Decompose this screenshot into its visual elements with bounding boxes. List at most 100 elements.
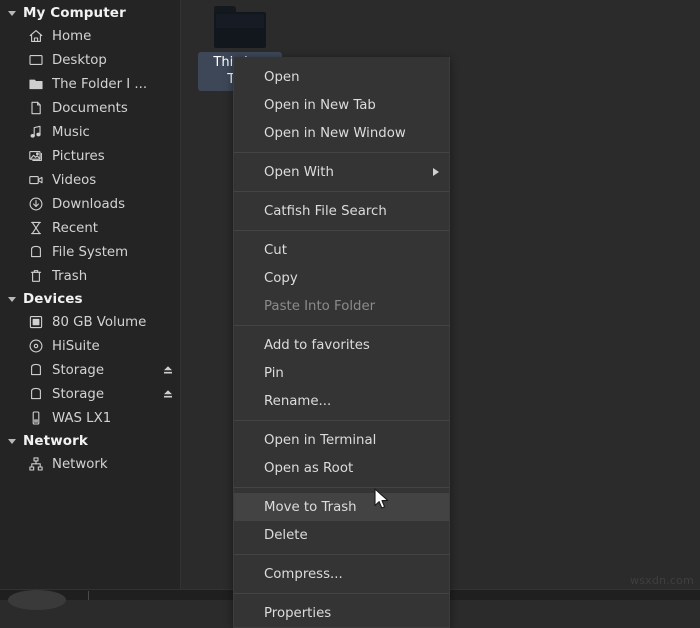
menu-separator	[234, 487, 449, 488]
video-camera-icon	[27, 172, 44, 189]
sidebar-item-label: Recent	[52, 221, 98, 236]
sidebar-group-network[interactable]: Network	[0, 430, 180, 452]
sidebar-item-home[interactable]: Home	[0, 24, 180, 48]
menu-item-label: Compress...	[264, 567, 343, 582]
menu-item-label: Delete	[264, 528, 308, 543]
menu-item-compress[interactable]: Compress...	[234, 560, 449, 588]
hourglass-icon	[27, 220, 44, 237]
sidebar-item-documents[interactable]: Documents	[0, 96, 180, 120]
menu-separator	[234, 152, 449, 153]
menu-item-label: Open With	[264, 165, 334, 180]
menu-item-open-in-new-tab[interactable]: Open in New Tab	[234, 91, 449, 119]
menu-item-cut[interactable]: Cut	[234, 236, 449, 264]
sidebar-item-videos[interactable]: Videos	[0, 168, 180, 192]
menu-item-open-in-new-window[interactable]: Open in New Window	[234, 119, 449, 147]
menu-item-open-with[interactable]: Open With	[234, 158, 449, 186]
chevron-down-icon	[8, 11, 16, 16]
eject-icon[interactable]	[162, 388, 174, 400]
chevron-down-icon	[8, 297, 16, 302]
sidebar-item-music[interactable]: Music	[0, 120, 180, 144]
watermark: wsxdn.com	[630, 574, 694, 587]
folder-icon	[214, 6, 266, 48]
menu-separator	[234, 554, 449, 555]
menu-item-label: Open in Terminal	[264, 433, 376, 448]
sidebar-group-my-computer[interactable]: My Computer	[0, 2, 180, 24]
chevron-down-icon	[8, 439, 16, 444]
menu-item-paste-into-folder: Paste Into Folder	[234, 292, 449, 320]
sidebar-item-storage[interactable]: Storage	[0, 382, 180, 406]
menu-item-label: Open in New Window	[264, 126, 406, 141]
sidebar-item-trash[interactable]: Trash	[0, 264, 180, 288]
sidebar-item-label: The Folder I ...	[52, 77, 147, 92]
sidebar-item-file-system[interactable]: File System	[0, 240, 180, 264]
sidebar-item-label: Desktop	[52, 53, 107, 68]
menu-item-move-to-trash[interactable]: Move to Trash	[234, 493, 449, 521]
sidebar-item-label: Home	[52, 29, 91, 44]
menu-item-delete[interactable]: Delete	[234, 521, 449, 549]
menu-item-label: Catfish File Search	[264, 204, 387, 219]
home-icon	[27, 28, 44, 45]
document-icon	[27, 100, 44, 117]
drive-icon	[27, 386, 44, 403]
download-arrow-icon	[27, 196, 44, 213]
menu-item-label: Paste Into Folder	[264, 299, 375, 314]
menu-item-label: Properties	[264, 606, 331, 621]
trash-icon	[27, 268, 44, 285]
menu-separator	[234, 325, 449, 326]
sidebar-item-label: Music	[52, 125, 90, 140]
sidebar-item-label: Downloads	[52, 197, 125, 212]
menu-item-copy[interactable]: Copy	[234, 264, 449, 292]
sidebar-item-label: Videos	[52, 173, 96, 188]
volume-icon	[27, 314, 44, 331]
sidebar-item-desktop[interactable]: Desktop	[0, 48, 180, 72]
sidebar-item-label: HiSuite	[52, 339, 100, 354]
phone-icon	[27, 410, 44, 427]
sidebar-group-label: Devices	[23, 291, 83, 307]
sidebar-group-label: Network	[23, 433, 88, 449]
chevron-right-icon	[433, 168, 439, 176]
sidebar-item-pictures[interactable]: Pictures	[0, 144, 180, 168]
sidebar: My Computer Home Desktop The Folder I ... Do…	[0, 0, 181, 600]
sidebar-group-devices[interactable]: Devices	[0, 288, 180, 310]
menu-item-open-as-root[interactable]: Open as Root	[234, 454, 449, 482]
drive-icon	[27, 244, 44, 261]
sidebar-item-recent[interactable]: Recent	[0, 216, 180, 240]
menu-item-open[interactable]: Open	[234, 63, 449, 91]
context-menu[interactable]: Open Open in New Tab Open in New Window Ope…	[233, 57, 450, 628]
network-icon	[27, 456, 44, 473]
menu-item-label: Open	[264, 70, 300, 85]
sidebar-item-the-folder-i[interactable]: The Folder I ...	[0, 72, 180, 96]
menu-item-label: Add to favorites	[264, 338, 370, 353]
menu-item-label: Open as Root	[264, 461, 353, 476]
sidebar-item-label: Trash	[52, 269, 87, 284]
sidebar-item-downloads[interactable]: Downloads	[0, 192, 180, 216]
menu-item-pin[interactable]: Pin	[234, 359, 449, 387]
sidebar-item-storage[interactable]: Storage	[0, 358, 180, 382]
menu-item-label: Rename...	[264, 394, 331, 409]
menu-item-label: Open in New Tab	[264, 98, 376, 113]
dock-indicator	[8, 590, 66, 610]
menu-separator	[234, 420, 449, 421]
menu-item-catfish-file-search[interactable]: Catfish File Search	[234, 197, 449, 225]
sidebar-item-network[interactable]: Network	[0, 452, 180, 476]
menu-item-rename[interactable]: Rename...	[234, 387, 449, 415]
eject-icon[interactable]	[162, 364, 174, 376]
sidebar-item-was-lx1[interactable]: WAS LX1	[0, 406, 180, 430]
sidebar-item-label: 80 GB Volume	[52, 315, 146, 330]
menu-item-open-in-terminal[interactable]: Open in Terminal	[234, 426, 449, 454]
sidebar-item-label: Network	[52, 457, 108, 472]
status-divider	[88, 591, 89, 600]
sidebar-item-hisuite[interactable]: HiSuite	[0, 334, 180, 358]
disc-icon	[27, 338, 44, 355]
menu-item-label: Copy	[264, 271, 298, 286]
music-note-icon	[27, 124, 44, 141]
menu-item-label: Move to Trash	[264, 500, 357, 515]
sidebar-group-label: My Computer	[23, 5, 126, 21]
sidebar-item-80-gb-volume[interactable]: 80 GB Volume	[0, 310, 180, 334]
menu-item-label: Cut	[264, 243, 287, 258]
menu-item-add-to-favorites[interactable]: Add to favorites	[234, 331, 449, 359]
sidebar-item-label: WAS LX1	[52, 411, 111, 426]
menu-item-properties[interactable]: Properties	[234, 599, 449, 627]
menu-separator	[234, 230, 449, 231]
menu-separator	[234, 191, 449, 192]
